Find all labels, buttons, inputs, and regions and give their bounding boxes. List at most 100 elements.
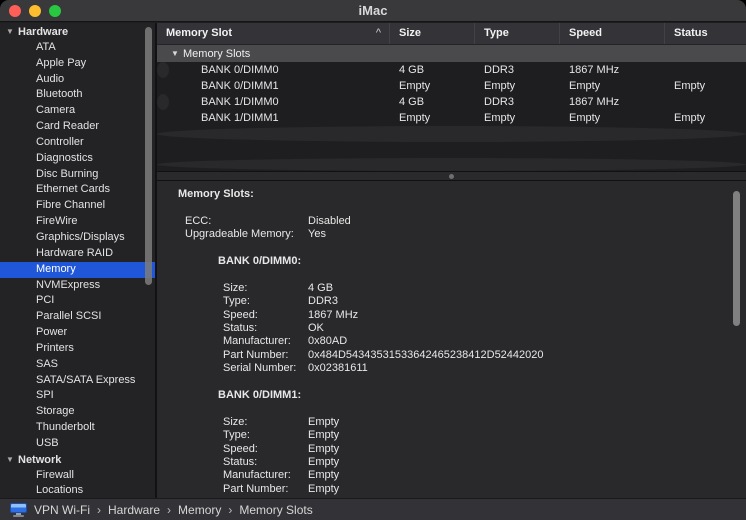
titlebar[interactable]: iMac bbox=[0, 0, 746, 22]
sidebar-item-diagnostics[interactable]: Diagnostics bbox=[0, 151, 155, 167]
sidebar-item-controller[interactable]: Controller bbox=[0, 135, 155, 151]
sidebar-item-spi[interactable]: SPI bbox=[0, 388, 155, 404]
table-header: Memory Slot^ Size Type Speed Status bbox=[157, 23, 746, 45]
memory-slots-table: ▼Memory Slots BANK 0/DIMM0 4 GB DDR3 186… bbox=[157, 45, 746, 171]
column-header-status[interactable]: Status bbox=[665, 23, 746, 44]
computer-icon bbox=[10, 503, 27, 517]
sidebar-item-bluetooth[interactable]: Bluetooth bbox=[0, 87, 155, 103]
detail-row: Manufacturer:0x80AD bbox=[157, 335, 746, 348]
sidebar-item-firewall[interactable]: Firewall bbox=[0, 468, 155, 484]
details-scrollbar-thumb[interactable] bbox=[733, 191, 740, 326]
disclosure-triangle-icon[interactable]: ▼ bbox=[171, 45, 183, 57]
sidebar-item-pci[interactable]: PCI bbox=[0, 293, 155, 309]
sidebar-group-label: Network bbox=[18, 454, 61, 466]
detail-value: 4 GB bbox=[308, 282, 333, 295]
cell-speed: Empty bbox=[560, 110, 665, 126]
breadcrumb-separator: › bbox=[228, 503, 232, 517]
sidebar-group-label: Hardware bbox=[18, 26, 68, 38]
details-heading: Memory Slots: bbox=[157, 188, 746, 201]
sidebar-item-disc-burning[interactable]: Disc Burning bbox=[0, 167, 155, 183]
empty-row-stripe bbox=[157, 142, 746, 158]
sidebar-item-usb[interactable]: USB bbox=[0, 436, 155, 452]
split-view-divider[interactable] bbox=[157, 171, 746, 181]
detail-row: Type:DDR3 bbox=[157, 295, 746, 308]
detail-row: Speed:Empty bbox=[157, 443, 746, 456]
sidebar-item-thunderbolt[interactable]: Thunderbolt bbox=[0, 420, 155, 436]
detail-label: Manufacturer: bbox=[223, 335, 308, 348]
sidebar-item-camera[interactable]: Camera bbox=[0, 103, 155, 119]
cell-type: Empty bbox=[475, 110, 560, 126]
sidebar-group-hardware[interactable]: ▼Hardware bbox=[0, 24, 155, 40]
system-information-window: iMac ▼Hardware ATA Apple Pay Audio Bluet… bbox=[0, 0, 746, 520]
cell-memory-slot: BANK 1/DIMM0 bbox=[157, 94, 390, 110]
sidebar-item-hardware-raid[interactable]: Hardware RAID bbox=[0, 246, 155, 262]
detail-label: Part Number: bbox=[223, 349, 308, 362]
detail-row: Part Number:Empty bbox=[157, 483, 746, 496]
table-group-row[interactable]: ▼Memory Slots bbox=[157, 45, 746, 62]
sidebar-item-locations[interactable]: Locations bbox=[0, 483, 155, 498]
sidebar-item-audio[interactable]: Audio bbox=[0, 72, 155, 88]
cell-type: DDR3 bbox=[475, 94, 560, 110]
breadcrumb-separator: › bbox=[97, 503, 101, 517]
details-pane[interactable]: Memory Slots: ECC: Disabled Upgradeable … bbox=[157, 181, 746, 498]
detail-value: Yes bbox=[308, 228, 326, 241]
sidebar-item-sata-sata-express[interactable]: SATA/SATA Express bbox=[0, 373, 155, 389]
detail-label: Speed: bbox=[223, 309, 308, 322]
cell-status: OK bbox=[665, 94, 674, 110]
column-header-size[interactable]: Size bbox=[390, 23, 475, 44]
sidebar-item-firewire[interactable]: FireWire bbox=[0, 214, 155, 230]
cell-size: Empty bbox=[390, 78, 475, 94]
table-group-label: Memory Slots bbox=[183, 48, 250, 60]
sidebar-scrollbar-thumb[interactable] bbox=[145, 27, 152, 285]
sidebar-item-power[interactable]: Power bbox=[0, 325, 155, 341]
table-row[interactable]: BANK 1/DIMM1 Empty Empty Empty Empty bbox=[157, 110, 746, 126]
sidebar-item-fibre-channel[interactable]: Fibre Channel bbox=[0, 198, 155, 214]
sidebar-item-parallel-scsi[interactable]: Parallel SCSI bbox=[0, 309, 155, 325]
sidebar-item-card-reader[interactable]: Card Reader bbox=[0, 119, 155, 135]
detail-label: Status: bbox=[223, 322, 308, 335]
table-row[interactable]: BANK 1/DIMM0 4 GB DDR3 1867 MHz OK bbox=[157, 94, 169, 110]
table-row[interactable]: BANK 0/DIMM1 Empty Empty Empty Empty bbox=[157, 78, 746, 94]
sidebar-item-printers[interactable]: Printers bbox=[0, 341, 155, 357]
detail-label: Status: bbox=[223, 456, 308, 469]
sidebar: ▼Hardware ATA Apple Pay Audio Bluetooth … bbox=[0, 23, 157, 498]
detail-row: Speed:1867 MHz bbox=[157, 309, 746, 322]
breadcrumb-hardware: Hardware bbox=[108, 503, 160, 517]
detail-value: DDR3 bbox=[308, 295, 338, 308]
detail-value: Disabled bbox=[308, 215, 351, 228]
sidebar-item-apple-pay[interactable]: Apple Pay bbox=[0, 56, 155, 72]
detail-value: Empty bbox=[308, 443, 339, 456]
sidebar-item-ethernet-cards[interactable]: Ethernet Cards bbox=[0, 182, 155, 198]
column-header-memory-slot[interactable]: Memory Slot^ bbox=[157, 23, 390, 44]
detail-row: Part Number:0x484D5434353153364246523841… bbox=[157, 349, 746, 362]
cell-speed: Empty bbox=[560, 78, 665, 94]
detail-row: Status:OK bbox=[157, 322, 746, 335]
cell-type: DDR3 bbox=[475, 62, 560, 78]
detail-row: Status:Empty bbox=[157, 456, 746, 469]
column-header-type[interactable]: Type bbox=[475, 23, 560, 44]
bank-heading: BANK 0/DIMM0: bbox=[157, 255, 746, 268]
window-title: iMac bbox=[0, 0, 746, 22]
cell-status: Empty bbox=[665, 110, 746, 126]
detail-row: Serial Number:0x02381611 bbox=[157, 362, 746, 375]
breadcrumb-bar: VPN Wi-Fi › Hardware › Memory › Memory S… bbox=[0, 498, 746, 520]
detail-value: Empty bbox=[308, 483, 339, 496]
breadcrumb-memory-slots: Memory Slots bbox=[239, 503, 312, 517]
disclosure-triangle-icon[interactable]: ▼ bbox=[6, 24, 18, 40]
sidebar-item-memory[interactable]: Memory bbox=[0, 262, 155, 278]
cell-status: Empty bbox=[665, 78, 746, 94]
sidebar-item-ata[interactable]: ATA bbox=[0, 40, 155, 56]
sidebar-item-storage[interactable]: Storage bbox=[0, 404, 155, 420]
sidebar-group-network[interactable]: ▼Network bbox=[0, 452, 155, 468]
column-header-speed[interactable]: Speed bbox=[560, 23, 665, 44]
detail-value: 0x80AD bbox=[308, 335, 347, 348]
disclosure-triangle-icon[interactable]: ▼ bbox=[6, 452, 18, 468]
sidebar-item-nvmexpress[interactable]: NVMExpress bbox=[0, 278, 155, 294]
detail-row: Manufacturer:Empty bbox=[157, 469, 746, 482]
detail-label: Manufacturer: bbox=[223, 469, 308, 482]
detail-value: Empty bbox=[308, 429, 339, 442]
bank-heading: BANK 0/DIMM1: bbox=[157, 389, 746, 402]
table-row[interactable]: BANK 0/DIMM0 4 GB DDR3 1867 MHz OK bbox=[157, 62, 169, 78]
sidebar-item-sas[interactable]: SAS bbox=[0, 357, 155, 373]
sidebar-item-graphics-displays[interactable]: Graphics/Displays bbox=[0, 230, 155, 246]
